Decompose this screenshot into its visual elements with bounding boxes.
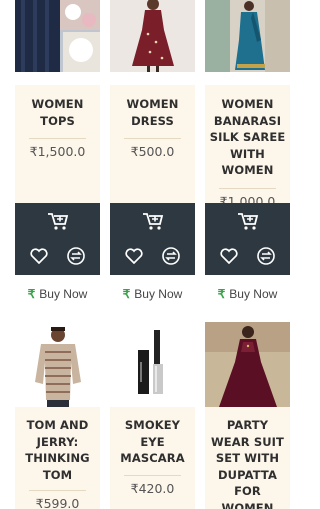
buy-now-button[interactable]: ₹ Buy Now: [205, 284, 290, 304]
product-name[interactable]: WOMEN BANARASI SILK SAREE WITH WOMEN: [207, 96, 288, 179]
product-name[interactable]: WOMEN DRESS: [112, 96, 193, 129]
product-card[interactable]: WOMEN DRESS ₹500.0: [110, 0, 195, 225]
sweater-image[interactable]: [15, 322, 100, 407]
product-actions: [205, 203, 290, 275]
product-card[interactable]: PARTY WEAR SUIT SET WITH DUPATTA FOR WOM…: [205, 322, 290, 509]
product-price: ₹500.0: [130, 144, 175, 159]
add-to-cart-icon[interactable]: [47, 211, 69, 231]
compare-icon[interactable]: [162, 247, 180, 265]
divider: [124, 138, 181, 139]
rupee-icon: ₹: [217, 287, 226, 301]
product-actions: [15, 203, 100, 275]
product-card[interactable]: TOM AND JERRY: THINKING TOM ₹599.0: [15, 322, 100, 509]
women-tops-image[interactable]: [15, 0, 100, 85]
party-suit-image[interactable]: [205, 322, 290, 407]
product-name[interactable]: PARTY WEAR SUIT SET WITH DUPATTA FOR WOM…: [207, 417, 288, 509]
product-card[interactable]: WOMEN TOPS ₹1,500.0: [15, 0, 100, 225]
women-dress-image[interactable]: [110, 0, 195, 85]
product-price: ₹599.0: [35, 496, 80, 509]
divider: [29, 138, 86, 139]
add-to-cart-icon[interactable]: [237, 211, 259, 231]
divider: [219, 187, 276, 189]
product-name[interactable]: WOMEN TOPS: [17, 96, 98, 129]
rupee-icon: ₹: [27, 287, 36, 301]
saree-image[interactable]: [205, 0, 290, 85]
compare-icon[interactable]: [257, 247, 275, 265]
product-card[interactable]: WOMEN BANARASI SILK SAREE WITH WOMEN ₹1,…: [205, 0, 290, 225]
rupee-icon: ₹: [122, 287, 131, 301]
heart-icon[interactable]: [220, 248, 238, 264]
mascara-image[interactable]: [110, 322, 195, 407]
add-to-cart-icon[interactable]: [142, 211, 164, 231]
buy-now-label: Buy Now: [229, 287, 278, 301]
buy-now-label: Buy Now: [39, 287, 88, 301]
product-price: ₹420.0: [130, 480, 175, 496]
buy-now-label: Buy Now: [134, 287, 183, 301]
product-name[interactable]: SMOKEY EYE MASCARA: [112, 417, 193, 467]
buy-now-button[interactable]: ₹ Buy Now: [110, 284, 195, 304]
heart-icon[interactable]: [30, 248, 48, 264]
product-info: SMOKEY EYE MASCARA ₹420.0: [110, 407, 195, 509]
divider: [124, 474, 181, 476]
product-name[interactable]: TOM AND JERRY: THINKING TOM: [17, 417, 98, 483]
product-grid: WOMEN TOPS ₹1,500.0 WOMEN DRESS ₹500.0 W…: [0, 0, 300, 509]
product-actions: [110, 203, 195, 275]
product-info: TOM AND JERRY: THINKING TOM ₹599.0: [15, 407, 100, 509]
divider: [29, 490, 86, 491]
product-info: PARTY WEAR SUIT SET WITH DUPATTA FOR WOM…: [205, 407, 290, 509]
product-card[interactable]: SMOKEY EYE MASCARA ₹420.0: [110, 322, 195, 509]
buy-now-button[interactable]: ₹ Buy Now: [15, 284, 100, 304]
compare-icon[interactable]: [67, 247, 85, 265]
product-price: ₹1,500.0: [29, 144, 86, 159]
heart-icon[interactable]: [125, 248, 143, 264]
